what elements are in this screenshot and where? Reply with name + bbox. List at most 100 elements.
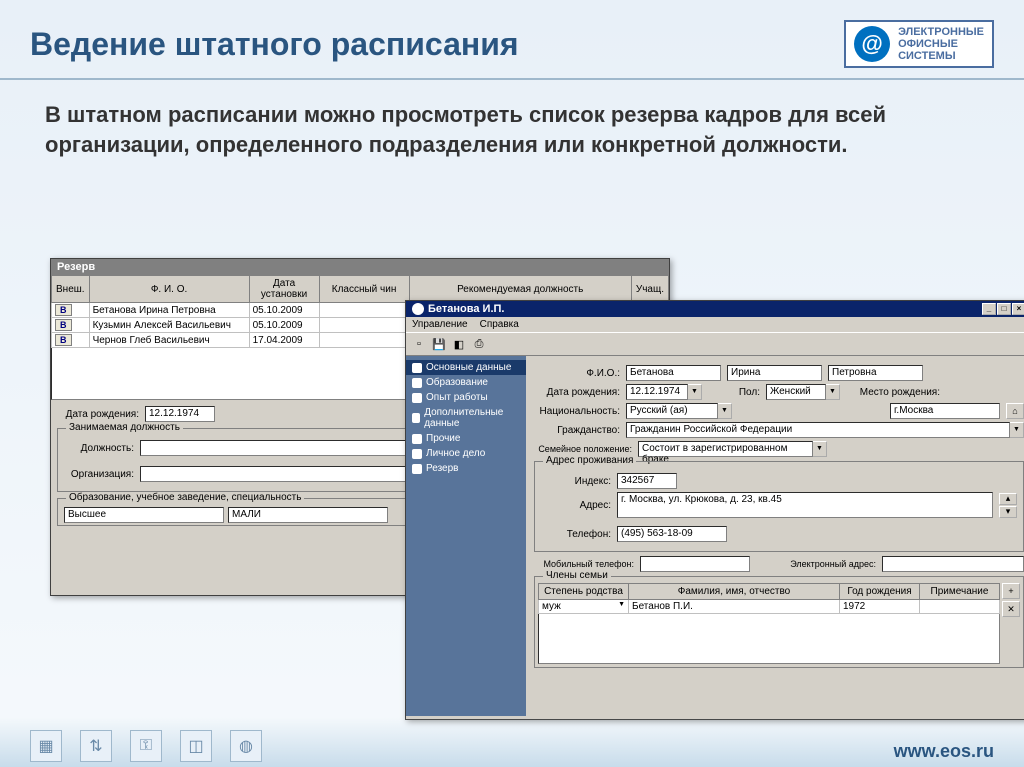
nav-personal-file[interactable]: Личное дело — [406, 446, 526, 461]
nav-additional[interactable]: Дополнительные данные — [406, 405, 526, 431]
nav-label: Основные данные — [426, 362, 511, 373]
maximize-button[interactable]: □ — [997, 303, 1011, 315]
col-chin[interactable]: Классный чин — [319, 276, 409, 303]
dob-field[interactable]: 12.12.1974 — [626, 384, 688, 400]
logo-icon: @ — [854, 26, 890, 62]
cit-field[interactable]: Гражданин Российской Федерации — [626, 422, 1010, 438]
footer: ▦ ⇅ ⚿ ◫ ◍ www.eos.ru — [0, 717, 1024, 767]
close-button[interactable]: × — [1012, 303, 1024, 315]
address-group-title: Адрес проживания — [543, 455, 636, 466]
folder-icon — [412, 434, 422, 444]
slide-header: Ведение штатного расписания @ ЭЛЕКТРОННЫ… — [0, 0, 1024, 80]
logo-text: ЭЛЕКТРОННЫЕ ОФИСНЫЕ СИСТЕМЫ — [898, 26, 984, 62]
address-group: Адрес проживания Индекс: 342567 Адрес: г… — [534, 461, 1024, 552]
chevron-down-icon[interactable]: ▼ — [813, 441, 827, 457]
col-note[interactable]: Примечание — [920, 584, 1000, 600]
marital-field[interactable]: Состоит в зарегистрированном браке — [638, 441, 813, 457]
position-label: Должность: — [64, 443, 134, 454]
chevron-down-icon[interactable]: ▼ — [826, 384, 840, 400]
firstname-field[interactable]: Ирина — [727, 365, 822, 381]
logo: @ ЭЛЕКТРОННЫЕ ОФИСНЫЕ СИСТЕМЫ — [844, 20, 994, 68]
col-date[interactable]: Дата установки — [249, 276, 319, 303]
cell-date: 05.10.2009 — [249, 303, 319, 318]
chevron-down-icon[interactable]: ▼ — [618, 601, 625, 608]
sex-field[interactable]: Женский — [766, 384, 826, 400]
footer-icon-2: ⇅ — [80, 730, 112, 762]
col-fio[interactable]: Фамилия, имя, отчество — [629, 584, 840, 600]
nav-reserve[interactable]: Резерв — [406, 461, 526, 476]
family-table[interactable]: Степень родства Фамилия, имя, отчество Г… — [538, 583, 1000, 614]
delete-row-icon[interactable]: ✕ — [1002, 601, 1020, 617]
cell-fio: Бетанов П.И. — [629, 600, 840, 614]
email-field[interactable] — [882, 556, 1024, 572]
phone-field[interactable]: (495) 563-18-09 — [617, 526, 727, 542]
save-icon[interactable]: 💾 — [430, 335, 448, 353]
col-fio[interactable]: Ф. И. О. — [89, 276, 249, 303]
col-ext[interactable]: Внеш. — [52, 276, 90, 303]
index-field[interactable]: 342567 — [617, 473, 677, 489]
mobile-field[interactable] — [640, 556, 750, 572]
nat-label: Национальность: — [534, 406, 620, 417]
col-pos[interactable]: Рекомендуемая должность — [409, 276, 631, 303]
footer-icon-1: ▦ — [30, 730, 62, 762]
reserve-icon — [412, 464, 422, 474]
person-title-bar[interactable]: Бетанова И.П. _ □ × — [406, 301, 1024, 317]
lastname-field[interactable]: Бетанова — [626, 365, 721, 381]
cell-date: 17.04.2009 — [249, 333, 319, 348]
file-icon — [412, 449, 422, 459]
ext-button[interactable]: В — [55, 319, 72, 331]
nav-label: Прочие — [426, 433, 460, 444]
dob-field[interactable]: 12.12.1974 — [145, 406, 215, 422]
reserve-title-bar[interactable]: Резерв — [51, 259, 669, 275]
edu-group-title: Образование, учебное заведение, специаль… — [66, 492, 304, 503]
edu-school-field[interactable]: МАЛИ — [228, 507, 388, 523]
addr-field[interactable]: г. Москва, ул. Крюкова, д. 23, кв.45 — [617, 492, 993, 518]
add-row-icon[interactable]: + — [1002, 583, 1020, 599]
menu-control[interactable]: Управление — [412, 319, 468, 330]
position-group-title: Занимаемая должность — [66, 422, 183, 433]
menu-bar: Управление Справка — [406, 317, 1024, 332]
ext-button[interactable]: В — [55, 304, 72, 316]
minimize-button[interactable]: _ — [982, 303, 996, 315]
up-icon[interactable]: ▴ — [999, 493, 1017, 505]
chevron-down-icon[interactable]: ▼ — [688, 384, 702, 400]
footer-icon-5: ◍ — [230, 730, 262, 762]
sex-label: Пол: — [720, 387, 760, 398]
email-label: Электронный адрес: — [776, 559, 876, 569]
edu-level-field[interactable]: Высшее — [64, 507, 224, 523]
org-label: Организация: — [64, 469, 134, 480]
tool-icon[interactable]: ◧ — [450, 335, 468, 353]
birthplace-field[interactable]: г.Москва — [890, 403, 1000, 419]
addr-label: Адрес: — [541, 500, 611, 511]
footer-icon-4: ◫ — [180, 730, 212, 762]
down-icon[interactable]: ▾ — [999, 506, 1017, 518]
print-icon[interactable]: ⎙ — [470, 335, 488, 353]
table-row[interactable]: муж ▼ Бетанов П.И. 1972 — [539, 600, 1000, 614]
new-icon[interactable]: ▫ — [410, 335, 428, 353]
nav-label: Образование — [426, 377, 488, 388]
col-year[interactable]: Год рождения — [840, 584, 920, 600]
nav-tree[interactable]: Основные данные Образование Опыт работы … — [406, 356, 526, 716]
home-icon[interactable]: ⌂ — [1006, 403, 1024, 419]
chevron-down-icon[interactable]: ▼ — [718, 403, 732, 419]
nav-education[interactable]: Образование — [406, 375, 526, 390]
cell-chin — [319, 318, 409, 333]
nat-field[interactable]: Русский (ая) — [626, 403, 718, 419]
patronymic-field[interactable]: Петровна — [828, 365, 923, 381]
footer-url: www.eos.ru — [894, 741, 994, 762]
nav-other[interactable]: Прочие — [406, 431, 526, 446]
nav-main-data[interactable]: Основные данные — [406, 360, 526, 375]
menu-help[interactable]: Справка — [480, 319, 519, 330]
col-uch[interactable]: Учащ. — [631, 276, 668, 303]
logo-line1: ЭЛЕКТРОННЫЕ — [898, 26, 984, 38]
cell-fio: Кузьмин Алексей Васильевич — [89, 318, 249, 333]
dob-label: Дата рождения: — [59, 409, 139, 420]
slide-description: В штатном расписании можно просмотреть с… — [0, 80, 1024, 169]
nav-experience[interactable]: Опыт работы — [406, 390, 526, 405]
nav-label: Дополнительные данные — [424, 407, 520, 429]
col-relation[interactable]: Степень родства — [539, 584, 629, 600]
ext-button[interactable]: В — [55, 334, 72, 346]
family-group-title: Члены семьи — [543, 570, 611, 581]
chevron-down-icon[interactable]: ▼ — [1010, 422, 1024, 438]
family-empty-area — [538, 614, 1000, 664]
